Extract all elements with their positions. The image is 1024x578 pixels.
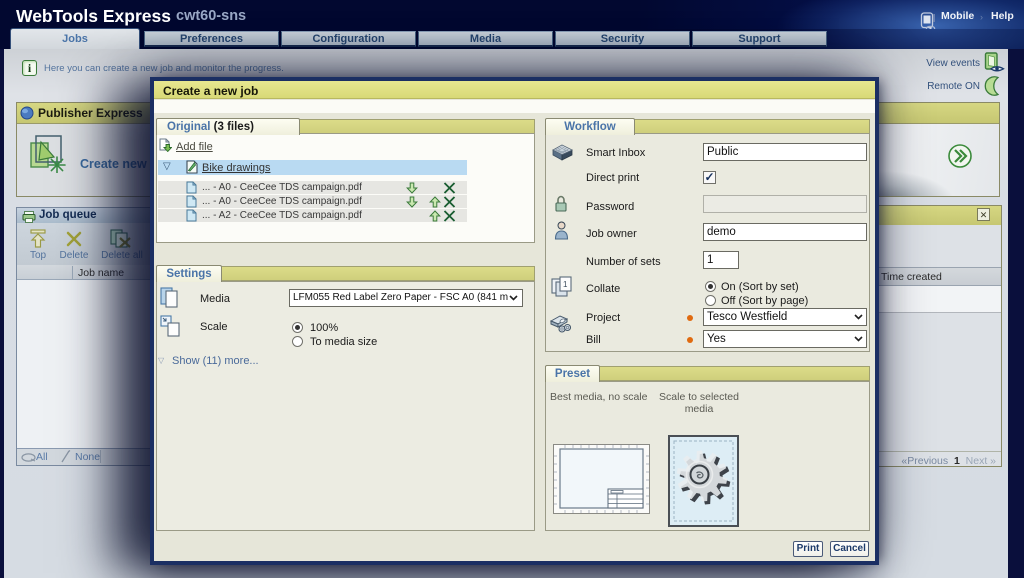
svg-text:1: 1	[563, 280, 568, 289]
